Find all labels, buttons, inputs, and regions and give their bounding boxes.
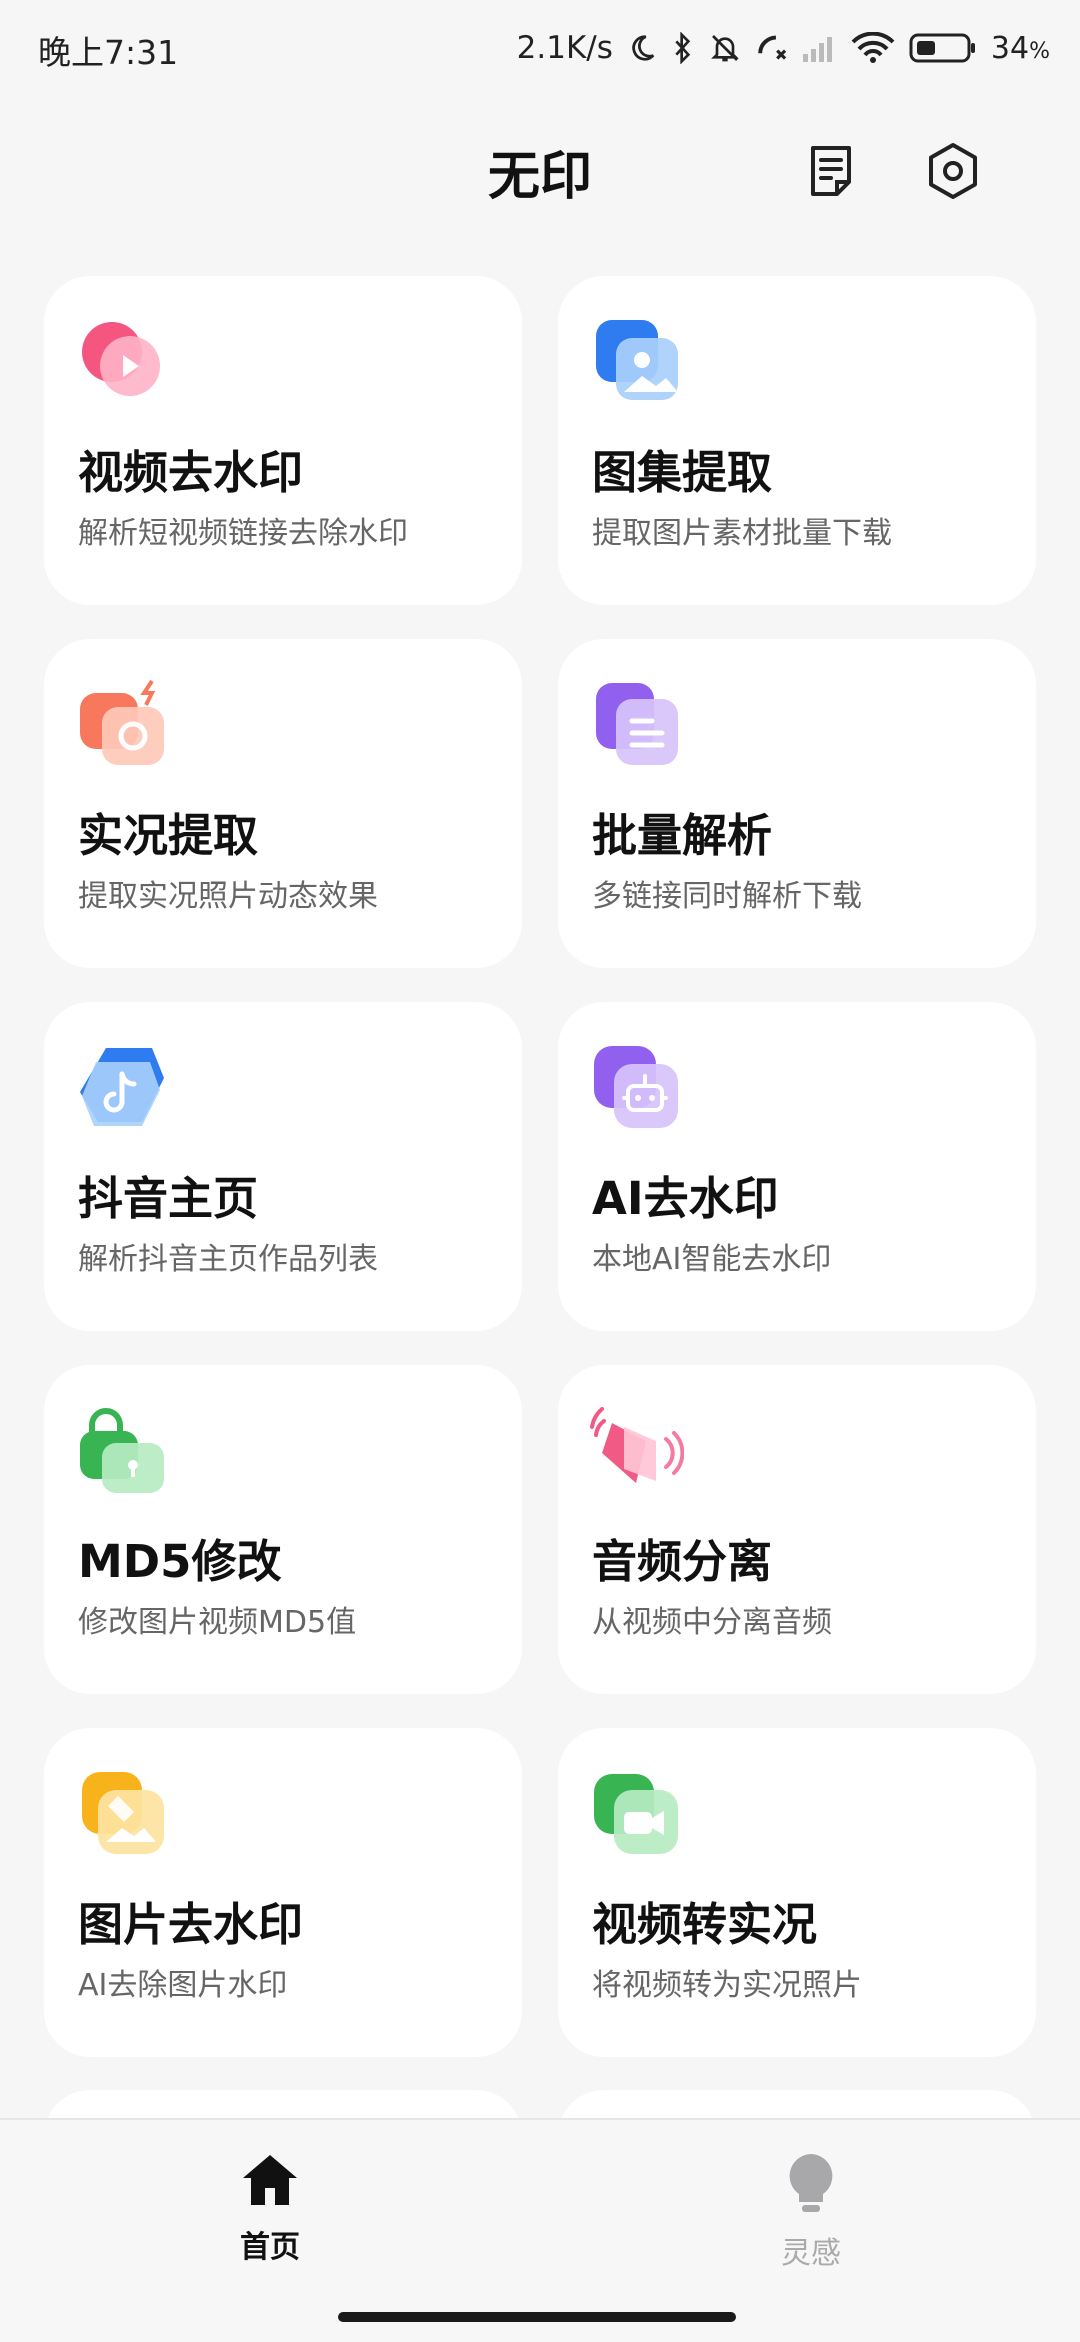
feature-card-md5-modify[interactable]: MD5修改 修改图片视频MD5值 bbox=[44, 1365, 522, 1694]
battery-icon bbox=[909, 32, 977, 64]
feature-title: MD5修改 bbox=[78, 1535, 282, 1588]
moon-icon bbox=[627, 33, 657, 63]
feature-title: 视频去水印 bbox=[78, 446, 304, 499]
nav-label: 灵感 bbox=[781, 2236, 841, 2271]
cell-signal-icon bbox=[802, 34, 837, 62]
feature-title: 批量解析 bbox=[592, 809, 773, 862]
feature-subtitle: 解析抖音主页作品列表 bbox=[78, 1242, 378, 1277]
lightbulb-icon bbox=[789, 2154, 833, 2212]
bluetooth-icon bbox=[671, 32, 695, 64]
status-time: 晚上7:31 bbox=[38, 33, 179, 72]
feature-subtitle: AI去除图片水印 bbox=[78, 1968, 288, 2003]
bottom-nav: 首页 灵感 bbox=[0, 2118, 1080, 2342]
document-icon[interactable] bbox=[800, 140, 862, 202]
feature-title: AI去水印 bbox=[592, 1172, 779, 1225]
feature-title: 图片去水印 bbox=[78, 1898, 304, 1951]
image-eraser-icon bbox=[76, 1766, 170, 1860]
robot-icon bbox=[590, 1040, 684, 1134]
video-camera-icon bbox=[590, 1766, 684, 1860]
feature-title: 音频分离 bbox=[592, 1535, 773, 1588]
nav-item-inspiration[interactable]: 灵感 bbox=[711, 2152, 911, 2272]
settings-icon[interactable] bbox=[922, 140, 984, 202]
mute-bell-icon bbox=[709, 32, 741, 64]
image-gallery-icon bbox=[590, 314, 684, 408]
feature-card-gallery-extract[interactable]: 图集提取 提取图片素材批量下载 bbox=[558, 276, 1036, 605]
feature-card-batch-parse[interactable]: 批量解析 多链接同时解析下载 bbox=[558, 639, 1036, 968]
feature-subtitle: 提取实况照片动态效果 bbox=[78, 879, 378, 914]
status-icons: 2.1K/s 34% bbox=[517, 22, 1050, 74]
feature-subtitle: 修改图片视频MD5值 bbox=[78, 1605, 357, 1640]
live-photo-camera-icon bbox=[76, 677, 170, 771]
feature-card-video-to-live[interactable]: 视频转实况 将视频转为实况照片 bbox=[558, 1728, 1036, 2057]
feature-card-live-extract[interactable]: 实况提取 提取实况照片动态效果 bbox=[44, 639, 522, 968]
feature-grid: 视频去水印 解析短视频链接去除水印 图集提取 提取图片素材批量下载 实况提取 提… bbox=[44, 276, 1036, 2057]
wifi-icon bbox=[851, 32, 895, 64]
feature-card-audio-split[interactable]: 音频分离 从视频中分离音频 bbox=[558, 1365, 1036, 1694]
feature-subtitle: 提取图片素材批量下载 bbox=[592, 516, 892, 551]
video-play-icon bbox=[76, 314, 170, 408]
home-icon bbox=[243, 2155, 297, 2205]
feature-subtitle: 将视频转为实况照片 bbox=[592, 1968, 862, 2003]
document-list-icon bbox=[590, 677, 684, 771]
status-bar: 晚上7:31 2.1K/s 34% bbox=[0, 0, 1080, 100]
lock-icon bbox=[76, 1403, 170, 1497]
speaker-icon bbox=[590, 1403, 685, 1497]
net-speed: 2.1K/s bbox=[516, 30, 613, 66]
nav-item-home[interactable]: 首页 bbox=[170, 2152, 370, 2266]
page-title: 无印 bbox=[487, 147, 592, 207]
home-indicator[interactable] bbox=[338, 2312, 736, 2322]
feature-card-ai-watermark[interactable]: AI去水印 本地AI智能去水印 bbox=[558, 1002, 1036, 1331]
feature-card-video-watermark[interactable]: 视频去水印 解析短视频链接去除水印 bbox=[44, 276, 522, 605]
feature-subtitle: 从视频中分离音频 bbox=[592, 1605, 832, 1640]
feature-subtitle: 本地AI智能去水印 bbox=[592, 1242, 832, 1277]
feature-title: 视频转实况 bbox=[592, 1898, 818, 1951]
tiktok-icon bbox=[76, 1040, 170, 1134]
feature-title: 图集提取 bbox=[592, 446, 773, 499]
feature-subtitle: 解析短视频链接去除水印 bbox=[78, 516, 408, 551]
feature-subtitle: 多链接同时解析下载 bbox=[592, 879, 862, 914]
nav-label: 首页 bbox=[240, 2230, 300, 2265]
feature-title: 实况提取 bbox=[78, 809, 259, 862]
call-missed-icon bbox=[755, 32, 789, 64]
feature-card-douyin-profile[interactable]: 抖音主页 解析抖音主页作品列表 bbox=[44, 1002, 522, 1331]
battery-percentage: 34% bbox=[990, 30, 1050, 66]
feature-card-image-watermark[interactable]: 图片去水印 AI去除图片水印 bbox=[44, 1728, 522, 2057]
feature-title: 抖音主页 bbox=[78, 1172, 259, 1225]
